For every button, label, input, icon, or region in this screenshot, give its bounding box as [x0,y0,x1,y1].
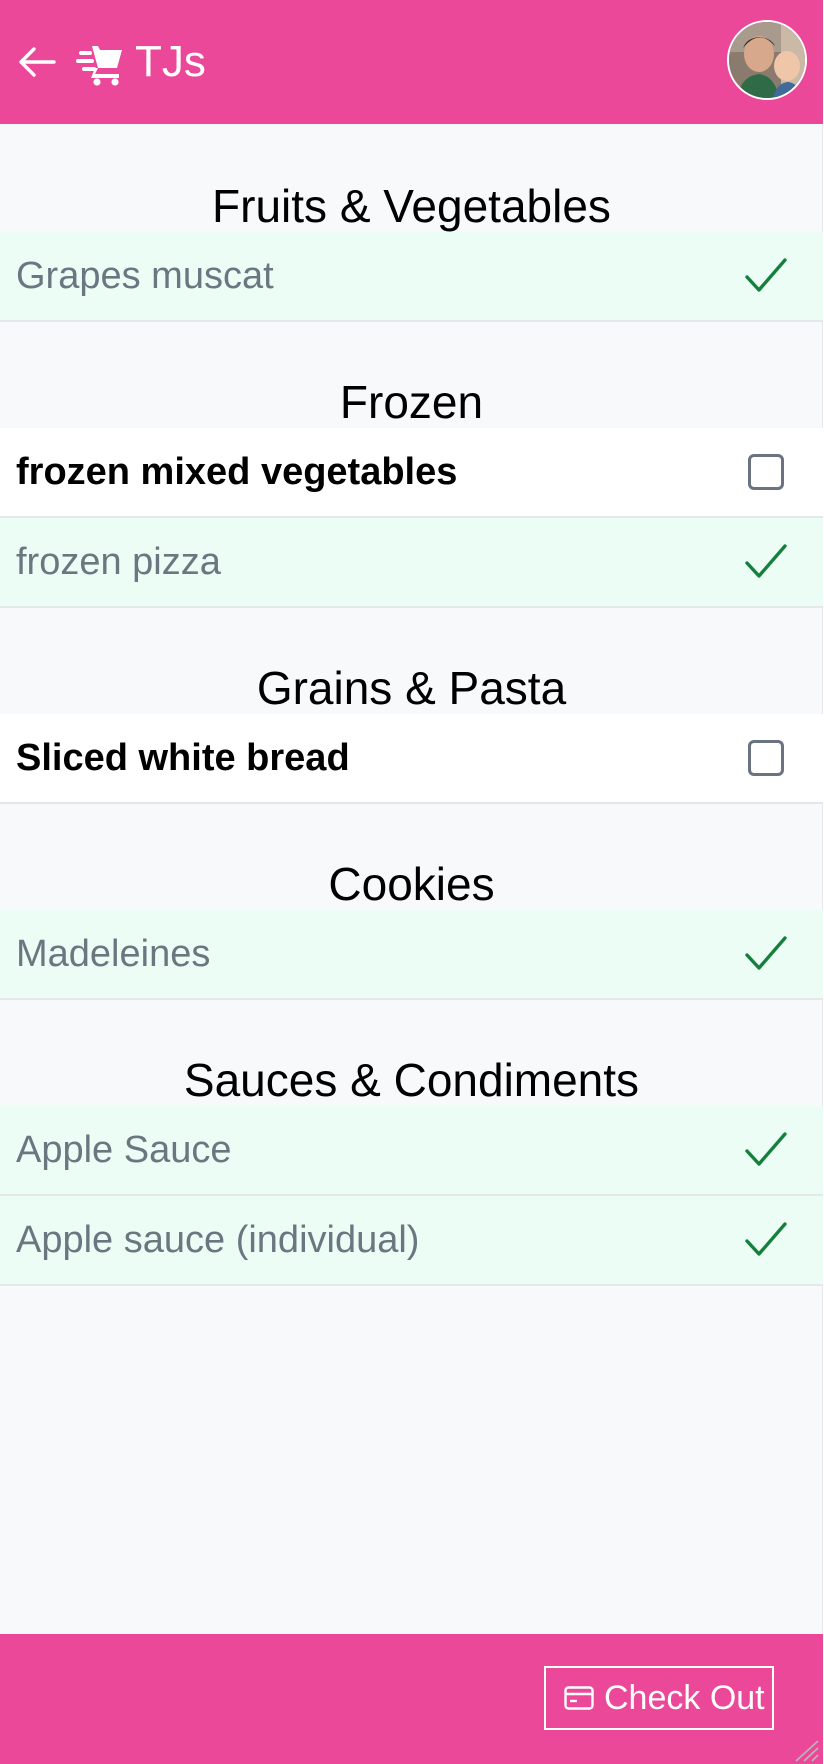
app-header: TJs [0,0,823,124]
avatar-photo-image [729,22,805,98]
check-out-button[interactable]: Check Out [544,1666,774,1730]
checkmark-icon[interactable] [744,540,788,584]
category-section: Fruits & Vegetables Grapes muscat [0,124,823,322]
credit-card-icon [564,1686,594,1710]
category-title: Frozen [339,376,484,428]
list-item[interactable]: frozen pizza [0,518,823,608]
item-name: Madeleines [16,933,211,975]
list-item[interactable]: Grapes muscat [0,232,823,322]
item-name: Grapes muscat [16,255,274,297]
app-window: TJs Fruits & Vegetables Grapes muscat Froz… [0,0,823,1764]
checkmark-icon[interactable] [744,1218,788,1262]
category-title: Sauces & Condiments [183,1054,640,1106]
user-avatar[interactable] [727,20,807,100]
item-name: frozen pizza [16,541,221,583]
item-name: frozen mixed vegetables [16,451,458,493]
item-name: Sliced white bread [16,737,350,779]
category-title: Grains & Pasta [256,662,567,714]
check-out-label: Check Out [604,1679,765,1717]
shopping-list: Fruits & Vegetables Grapes muscat Frozen fr… [0,124,823,1286]
category-section: Sauces & Condiments Apple Sauce Apple sauc… [0,1000,823,1286]
list-item[interactable]: Apple Sauce [0,1106,823,1196]
category-title: Fruits & Vegetables [212,180,611,232]
back-button[interactable] [16,40,60,84]
app-footer: Check Out [0,1634,823,1764]
item-checkbox[interactable] [748,454,784,490]
category-section: Grains & Pasta Sliced white bread [0,608,823,804]
arrow-left-icon [19,47,56,77]
item-checkbox[interactable] [748,740,784,776]
category-section: Cookies Madeleines [0,804,823,1000]
category-title: Cookies [328,858,495,910]
checkmark-icon[interactable] [744,254,788,298]
checkmark-icon[interactable] [744,1128,788,1172]
fast-cart-icon [76,46,122,86]
item-name: Apple Sauce [16,1129,232,1171]
checkmark-icon[interactable] [744,932,788,976]
resize-grip-icon[interactable] [794,1740,820,1762]
list-item[interactable]: Madeleines [0,910,823,1000]
list-item[interactable]: frozen mixed vegetables [0,428,823,518]
category-section: Frozen frozen mixed vegetables frozen pizz… [0,322,823,608]
list-item[interactable]: Apple sauce (individual) [0,1196,823,1286]
list-item[interactable]: Sliced white bread [0,714,823,804]
app-title: TJs [135,37,206,86]
item-name: Apple sauce (individual) [16,1219,420,1261]
